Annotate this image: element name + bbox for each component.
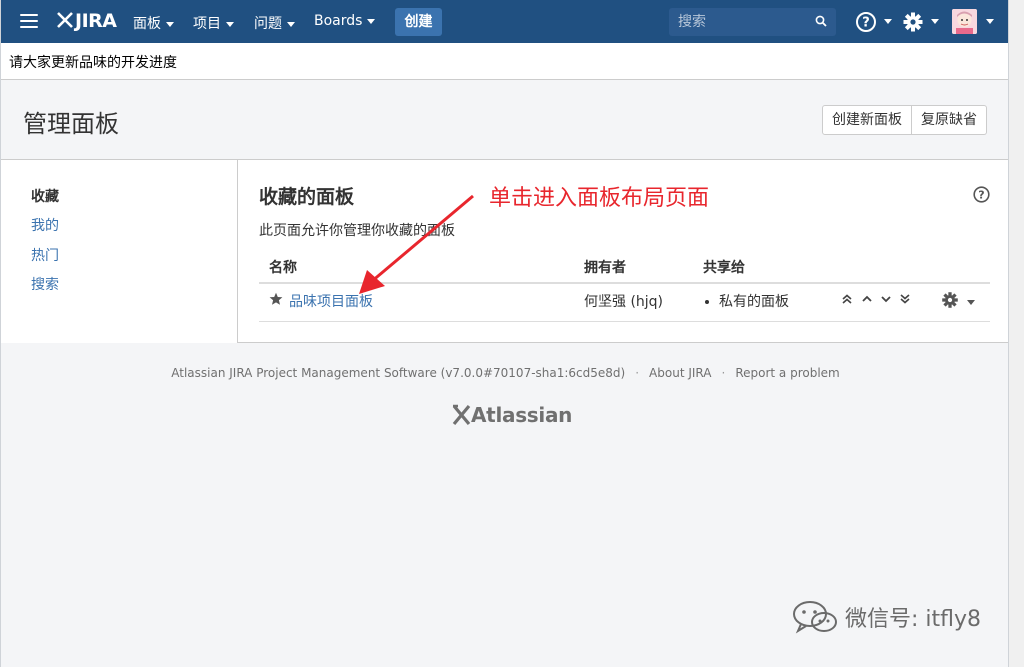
chevron-down-icon[interactable] <box>986 19 994 24</box>
nav-dashboards-label: 面板 <box>133 16 161 32</box>
table-row-divider <box>259 321 990 322</box>
wechat-icon <box>793 601 837 634</box>
watermark-text: 微信号: itfly8 <box>845 607 982 632</box>
search-input[interactable] <box>669 8 836 36</box>
row-owner: 何坚强 (hjq) <box>584 294 664 310</box>
wechat-watermark: 微信号: itfly8 <box>791 598 981 636</box>
row-shared: 私有的面板 <box>705 291 789 311</box>
page-header: 管理面板 创建新面板 复原缺省 <box>1 80 1008 160</box>
bullet-icon <box>705 300 709 304</box>
nav-projects[interactable]: 项目 <box>193 13 234 33</box>
table-row: 品味项目面板 <box>289 291 373 311</box>
nav-boards-label: Boards <box>314 13 363 29</box>
atlassian-logo[interactable]: Atlassian <box>471 403 572 427</box>
user-avatar[interactable] <box>952 9 977 34</box>
move-to-bottom-icon[interactable] <box>899 294 911 304</box>
create-new-dashboard-button[interactable]: 创建新面板 <box>822 105 912 135</box>
nav-boards[interactable]: Boards <box>314 13 376 29</box>
menu-icon[interactable] <box>20 14 38 29</box>
restore-defaults-button[interactable]: 复原缺省 <box>912 105 987 135</box>
column-header-owner: 拥有者 <box>584 260 626 276</box>
about-jira-link[interactable]: About JIRA <box>649 366 711 380</box>
help-icon[interactable]: ? <box>855 11 877 33</box>
chevron-down-icon <box>226 21 234 27</box>
jira-mark-icon <box>57 12 73 28</box>
favorite-star-icon[interactable] <box>269 292 283 306</box>
window-edge <box>1009 0 1024 667</box>
svg-text:?: ? <box>862 16 870 31</box>
report-problem-link[interactable]: Report a problem <box>735 366 839 380</box>
search-icon[interactable] <box>815 15 827 27</box>
chevron-down-icon[interactable] <box>967 300 975 305</box>
move-to-top-icon[interactable] <box>841 294 853 304</box>
top-navigation-bar: JIRA 面板 项目 问题 Boards 创建 ? <box>1 0 1008 43</box>
footer-version: Atlassian JIRA Project Management Softwa… <box>171 366 626 380</box>
page-title: 管理面板 <box>23 110 119 138</box>
avatar-image <box>952 9 977 34</box>
help-icon[interactable]: ? <box>973 186 990 203</box>
nav-issues[interactable]: 问题 <box>254 13 295 33</box>
logo-text: JIRA <box>75 10 117 32</box>
nav-projects-label: 项目 <box>193 16 221 32</box>
column-header-shared: 共享给 <box>703 260 745 276</box>
section-title: 收藏的面板 <box>259 186 355 208</box>
sidebar-item-search[interactable]: 搜索 <box>31 274 59 294</box>
row-settings-gear-icon[interactable] <box>941 291 959 309</box>
dashboard-link[interactable]: 品味项目面板 <box>289 294 373 310</box>
announcement-banner: 请大家更新品味的开发进度 <box>1 43 1008 80</box>
create-button[interactable]: 创建 <box>395 8 442 36</box>
chevron-down-icon <box>166 21 174 27</box>
move-up-icon[interactable] <box>861 294 873 304</box>
settings-gear-icon[interactable] <box>902 11 924 33</box>
sidebar-item-mine[interactable]: 我的 <box>31 215 59 235</box>
sidebar-item-favorites[interactable]: 收藏 <box>31 186 59 206</box>
annotation-text: 单击进入面板布局页面 <box>489 186 710 211</box>
row-shared-label: 私有的面板 <box>719 294 789 310</box>
chevron-down-icon <box>367 18 376 24</box>
footer-separator: · <box>721 366 726 380</box>
nav-dashboards[interactable]: 面板 <box>133 13 174 33</box>
chevron-down-icon[interactable] <box>931 19 939 24</box>
sidebar-item-popular[interactable]: 热门 <box>31 245 59 265</box>
svg-text:?: ? <box>978 189 984 202</box>
table-header-divider <box>259 282 990 284</box>
section-description: 此页面允许你管理你收藏的面板 <box>259 223 455 239</box>
sidebar-nav: 收藏 我的 热门 搜索 <box>1 160 238 343</box>
chevron-down-icon[interactable] <box>884 19 892 24</box>
atlassian-x-icon <box>452 404 471 426</box>
nav-issues-label: 问题 <box>254 16 282 32</box>
chevron-down-icon <box>287 21 295 27</box>
header-button-group: 创建新面板 复原缺省 <box>822 105 987 135</box>
jira-logo[interactable]: JIRA <box>57 10 117 32</box>
footer-separator: · <box>635 366 640 380</box>
move-down-icon[interactable] <box>880 294 892 304</box>
browser-page: JIRA 面板 项目 问题 Boards 创建 ? <box>0 0 1009 667</box>
footer-links: Atlassian JIRA Project Management Softwa… <box>1 366 1008 380</box>
column-header-name: 名称 <box>269 260 297 276</box>
